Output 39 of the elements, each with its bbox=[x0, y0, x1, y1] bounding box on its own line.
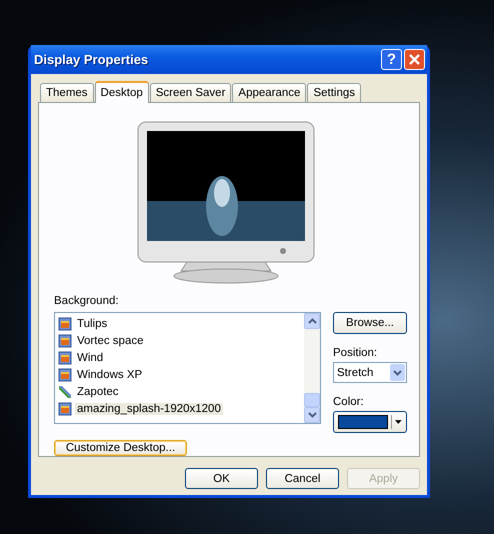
color-picker-button[interactable] bbox=[333, 411, 407, 433]
close-icon bbox=[408, 53, 421, 66]
picture-file-icon bbox=[58, 334, 72, 348]
tab[interactable]: Settings bbox=[307, 83, 362, 102]
tab[interactable]: Desktop bbox=[94, 81, 149, 103]
picture-file-icon bbox=[58, 316, 72, 330]
chevron-down-icon bbox=[393, 370, 402, 376]
position-dropdown[interactable]: Stretch bbox=[333, 362, 407, 383]
list-item[interactable]: amazing_splash-1920x1200 bbox=[58, 400, 301, 417]
chevron-up-icon bbox=[308, 318, 316, 324]
scroll-up-button[interactable] bbox=[304, 313, 320, 329]
scrollbar[interactable] bbox=[304, 313, 320, 423]
list-item[interactable]: Tulips bbox=[58, 315, 301, 332]
color-label: Color: bbox=[333, 396, 365, 408]
list-item[interactable]: Zapotec bbox=[58, 383, 301, 400]
browse-button[interactable]: Browse... bbox=[333, 312, 407, 334]
tab[interactable]: Themes bbox=[40, 83, 94, 102]
scroll-down-button[interactable] bbox=[304, 407, 320, 423]
dropdown-button[interactable] bbox=[390, 364, 405, 381]
dialog-button[interactable]: Cancel bbox=[266, 468, 339, 489]
list-item[interactable]: Wind bbox=[58, 349, 301, 366]
picture-file-icon bbox=[58, 368, 72, 382]
picture-file-icon bbox=[58, 402, 72, 416]
chevron-down-icon bbox=[308, 412, 316, 418]
close-button[interactable] bbox=[404, 49, 425, 70]
help-button[interactable]: ? bbox=[381, 49, 402, 70]
list-item[interactable]: Windows XP bbox=[58, 366, 301, 383]
tab[interactable]: Screen Saver bbox=[150, 83, 232, 102]
list-item[interactable]: Vortec space bbox=[58, 332, 301, 349]
window-title: Display Properties bbox=[34, 52, 150, 67]
pencil-icon bbox=[58, 384, 72, 398]
tab[interactable]: Appearance bbox=[232, 83, 306, 102]
background-label: Background: bbox=[54, 295, 120, 307]
customize-desktop-button[interactable]: Customize Desktop... bbox=[54, 440, 187, 456]
position-label: Position: bbox=[333, 347, 378, 359]
scroll-thumb[interactable] bbox=[304, 393, 320, 407]
caret-icon bbox=[395, 420, 402, 424]
dialog-button[interactable]: OK bbox=[185, 468, 258, 489]
picture-file-icon bbox=[58, 350, 72, 364]
